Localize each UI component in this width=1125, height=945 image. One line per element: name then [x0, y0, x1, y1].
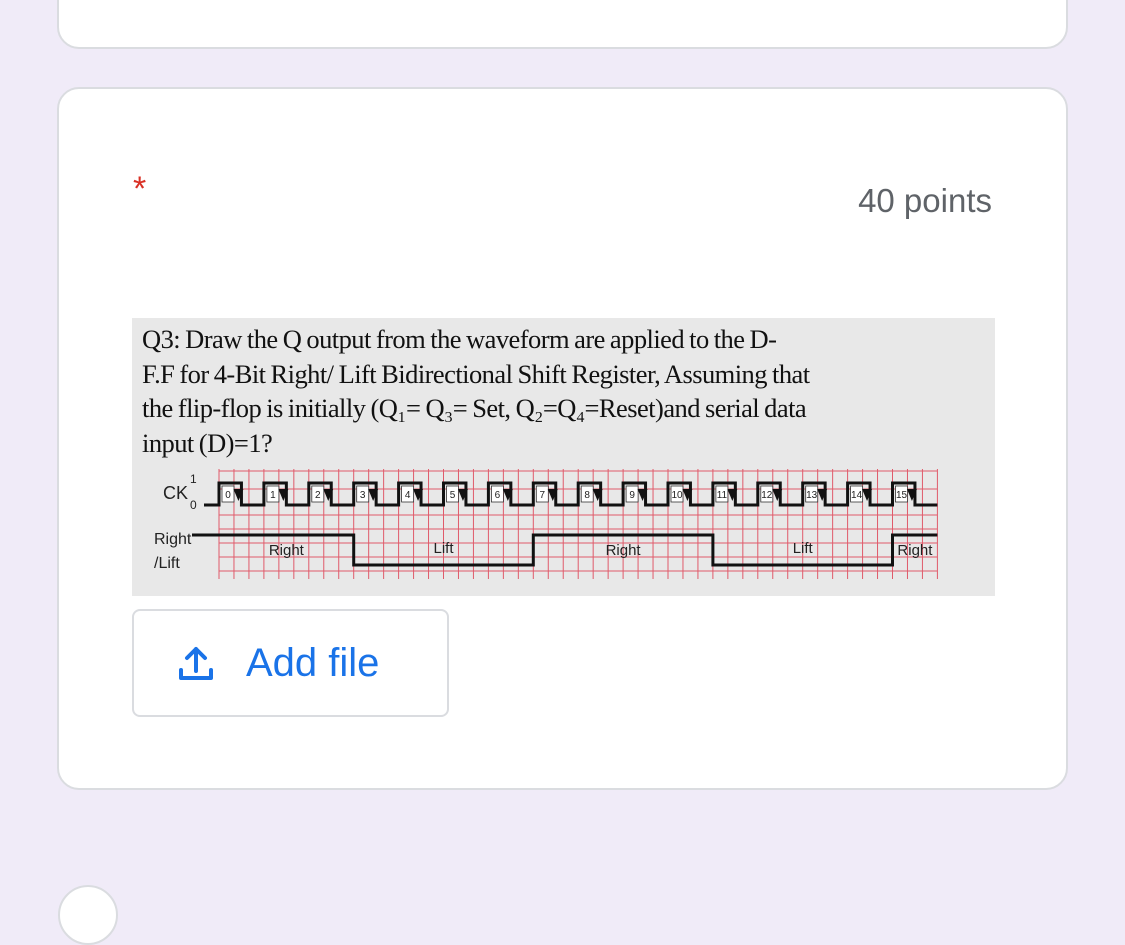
ck-label: CK: [163, 483, 188, 503]
question-text-line-4: input (D)=1?: [142, 427, 273, 458]
segment-label-0: Right: [269, 542, 305, 559]
next-card-edge: [58, 885, 118, 945]
question-text: Q3: Draw the Q output from the waveform …: [142, 322, 990, 460]
question-image: Q3: Draw the Q output from the waveform …: [132, 318, 995, 596]
clock-number-3: 3: [360, 490, 366, 501]
clock-number-14: 14: [851, 490, 863, 501]
timing-diagram: CK 1 0 Right /Lift 0 1 2 3 4 5 6 7 8 9 10 11 12 13 14 1…: [154, 469, 938, 579]
clock-number-12: 12: [761, 490, 773, 501]
clock-number-7: 7: [540, 490, 546, 501]
add-file-button[interactable]: Add file: [132, 609, 449, 717]
right-lift-label-line-1: Right: [154, 531, 192, 548]
ck-low-label: 0: [190, 498, 197, 512]
segment-label-3: Lift: [793, 540, 814, 557]
clock-number-5: 5: [450, 490, 456, 501]
clock-number-11: 11: [717, 490, 728, 501]
question-card: * 40 points Q3: Draw the Q output from t…: [57, 87, 1068, 790]
required-marker: *: [133, 170, 147, 208]
clock-number-2: 2: [315, 490, 321, 501]
question-text-line-3: the flip-flop is initially (Q₁= Q₃= Set,…: [142, 393, 807, 423]
points-label: 40 points: [858, 182, 992, 219]
clock-number-0: 0: [225, 490, 231, 501]
clock-number-9: 9: [629, 490, 635, 501]
segment-label-2: Right: [606, 542, 642, 559]
ck-high-label: 1: [190, 472, 197, 486]
segment-label-1: Lift: [433, 540, 454, 557]
clock-number-8: 8: [584, 490, 590, 501]
right-lift-label-line-2: /Lift: [154, 555, 180, 572]
clock-number-13: 13: [806, 490, 818, 501]
upload-icon: [179, 647, 213, 680]
segment-label-4: Right: [897, 542, 933, 559]
previous-question-card: [57, 0, 1068, 49]
clock-number-6: 6: [495, 490, 501, 501]
clock-number-15: 15: [896, 490, 908, 501]
right-lift-waveform: Right Lift Right Lift Right: [192, 533, 938, 567]
question-text-line-1: Q3: Draw the Q output from the waveform …: [142, 324, 777, 354]
clock-number-1: 1: [270, 490, 276, 501]
clock-number-10: 10: [671, 490, 683, 501]
clock-number-4: 4: [405, 490, 411, 501]
clock-waveform: 0 1 2 3 4 5 6 7 8 9 10 11 12 13 14 15: [204, 481, 938, 507]
add-file-label: Add file: [246, 641, 380, 685]
question-text-line-2: F.F for 4-Bit Right/ Lift Bidirectional …: [142, 358, 810, 389]
